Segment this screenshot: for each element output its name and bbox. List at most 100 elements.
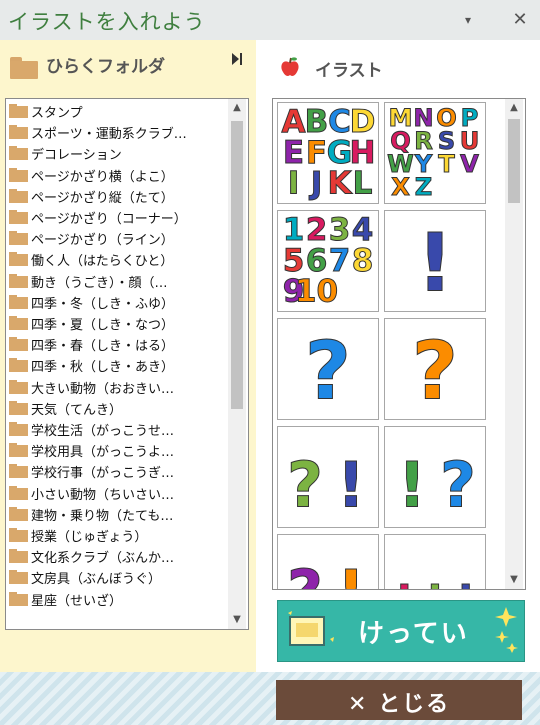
illustration-image: !: [416, 216, 453, 310]
folder-item[interactable]: 小さい動物（ちいさい…: [8, 482, 224, 503]
window-title: イラストを入れよう: [8, 10, 206, 34]
illustration-glyph: !: [398, 448, 426, 521]
folder-icon: [9, 104, 28, 118]
folder-item-label: スポーツ・運動系クラブ…: [31, 127, 187, 143]
folder-item[interactable]: スポーツ・運動系クラブ…: [8, 121, 224, 142]
illustration-thumbnail[interactable]: ABCDEFGHIJKL: [277, 102, 379, 204]
folder-item[interactable]: 授業（じゅぎょう）: [8, 524, 224, 545]
illustration-glyph: K: [327, 165, 352, 201]
illustration-image: M N O PQ R S UW Y T VX Z: [387, 103, 480, 201]
folder-item-label: 四季・春（しき・はる）: [31, 339, 175, 355]
illustration-glyph: V: [460, 150, 479, 178]
folder-item[interactable]: 四季・春（しき・はる）: [8, 333, 224, 354]
illustration-glyph: !: [417, 216, 453, 309]
folder-panel: ひらくフォルダ スタンプ スポーツ・運動系クラブ… デコレーション ページかざり横（よ…: [0, 40, 256, 672]
folder-item[interactable]: 学校生活（がっこうせ…: [8, 418, 224, 439]
sparkle-icon: [495, 607, 518, 653]
illustration-scroll-thumb[interactable]: [508, 119, 520, 203]
folder-icon: [9, 485, 28, 500]
folder-icon: [9, 528, 28, 542]
folder-item[interactable]: 四季・冬（しき・ふゆ）: [8, 291, 224, 312]
illustration-grid[interactable]: A B C D E F G H I J K L M N O P Q R S U W Y T V X Z 1 2 3 4 5 6 7 8 9 10!??…: [272, 98, 526, 590]
illustration-thumbnail[interactable]: ?!: [277, 426, 379, 528]
illustration-scrollbar[interactable]: ▲ ▼: [505, 99, 523, 589]
title-bar: イラストを入れよう ▾ ✕: [0, 0, 540, 40]
illustration-glyph: !: [456, 576, 475, 590]
folder-item[interactable]: 働く人（はたらくひと）: [8, 248, 224, 269]
folder-item[interactable]: 学校用具（がっこうよ…: [8, 439, 224, 460]
illustration-image: !?: [397, 448, 476, 522]
illustration-thumbnail[interactable]: MNOPQRSUWYTVXZ: [384, 102, 486, 204]
close-button[interactable]: ✕ とじる: [276, 680, 522, 720]
scroll-down-arrow-icon[interactable]: ▼: [505, 571, 523, 588]
folder-item[interactable]: ページかざり（コーナー）: [8, 206, 224, 227]
folder-icon: [9, 337, 28, 352]
illustration-glyph: ?: [287, 448, 323, 521]
folder-item-label: ページかざり横（よこ）: [31, 169, 174, 185]
folder-item-label: ページかざり（ライン）: [31, 233, 174, 249]
folder-item-label: ページかざり縦（たて）: [31, 190, 174, 206]
ok-button[interactable]: けってい: [277, 600, 525, 662]
picture-frame-icon: [288, 611, 334, 646]
folder-scrollbar[interactable]: ▲ ▼: [228, 99, 246, 629]
folder-item-label: 学校行事（がっこうぎ…: [31, 466, 175, 482]
folder-item[interactable]: 学校行事（がっこうぎ…: [8, 460, 224, 481]
folder-item[interactable]: 動き（うごき）・顔（…: [8, 270, 224, 291]
illustration-image: 1 2 3 45 6 7 8910: [282, 212, 374, 310]
folder-icon: [9, 252, 28, 267]
folder-item-label: 授業（じゅぎょう）: [31, 530, 148, 545]
illustration-thumbnail[interactable]: ?: [384, 318, 486, 420]
scroll-up-arrow-icon[interactable]: ▲: [505, 99, 523, 116]
illustration-thumbnail[interactable]: 1 2 3 4 5 6 7 8 9 10: [277, 210, 379, 312]
folder-item[interactable]: 星座（せいざ）: [8, 588, 224, 609]
illustration-glyph: ?: [412, 324, 458, 417]
folder-item[interactable]: 四季・夏（しき・なつ）: [8, 312, 224, 333]
illustration-image: ?!: [286, 448, 365, 522]
illustration-glyph: !: [395, 576, 414, 590]
folder-tree[interactable]: スタンプスポーツ・運動系クラブ… デコレーションページかざり横（よこ） ページかざり…: [5, 98, 249, 630]
folder-item-label: スタンプ: [31, 106, 83, 121]
folder-icon: [9, 464, 28, 479]
folder-item[interactable]: 文房具（ぶんぼうぐ）: [8, 566, 224, 587]
illustration-thumbnail[interactable]: !?: [384, 426, 486, 528]
folder-item-label: 四季・夏（しき・なつ）: [31, 318, 175, 333]
folder-item[interactable]: 天気（てんき）: [8, 397, 224, 418]
folder-item[interactable]: ページかざり（ライン）: [8, 227, 224, 248]
folder-scroll-thumb[interactable]: [231, 121, 243, 409]
illustration-thumbnail[interactable]: !: [384, 210, 486, 312]
folder-item-label: ページかざり（コーナー）: [31, 212, 187, 227]
collapse-panel-button[interactable]: [231, 52, 243, 70]
minimize-button[interactable]: ▾: [456, 8, 480, 32]
folder-item-label: 文化系クラブ（ぶんか…: [31, 551, 175, 567]
folder-item-label: 星座（せいざ）: [31, 593, 123, 609]
folder-item[interactable]: 文化系クラブ（ぶんか…: [8, 545, 224, 566]
folder-item-label: 天気（てんき）: [31, 402, 123, 418]
folder-item[interactable]: 大きい動物（おおきい…: [8, 376, 224, 397]
illustration-thumbnail[interactable]: ?: [277, 318, 379, 420]
folder-item[interactable]: 建物・乗り物（たても…: [8, 503, 224, 524]
illustration-glyph: Z: [415, 173, 433, 201]
apple-icon: [279, 56, 301, 78]
folder-item[interactable]: 四季・秋（しき・あき）: [8, 354, 224, 375]
illustration-thumbnail[interactable]: ?!: [277, 534, 379, 590]
illustration-glyph: 10: [295, 273, 338, 309]
illustration-glyph: X: [391, 173, 410, 201]
illustration-glyph: ?: [287, 556, 323, 590]
folder-icon: [9, 210, 28, 224]
folder-icon: [9, 422, 28, 436]
folder-item[interactable]: ページかざり縦（たて）: [8, 185, 224, 206]
scroll-down-arrow-icon[interactable]: ▼: [228, 611, 246, 628]
folder-icon: [9, 358, 28, 373]
illustration-glyph: T: [438, 150, 455, 178]
illustration-image: ?: [304, 324, 351, 418]
illustration-thumbnail[interactable]: !!!: [384, 534, 486, 590]
illustration-image: !!!: [394, 576, 475, 590]
folder-item[interactable]: ページかざり横（よこ）: [8, 164, 224, 185]
folder-item-label: 四季・秋（しき・あき）: [31, 360, 175, 376]
close-window-button[interactable]: ✕: [508, 8, 532, 32]
scroll-up-arrow-icon[interactable]: ▲: [228, 99, 246, 116]
illustration-glyph: L: [353, 165, 373, 201]
folder-item[interactable]: デコレーション: [8, 142, 224, 163]
folder-icon: [9, 231, 28, 246]
folder-item[interactable]: スタンプ: [8, 100, 224, 121]
